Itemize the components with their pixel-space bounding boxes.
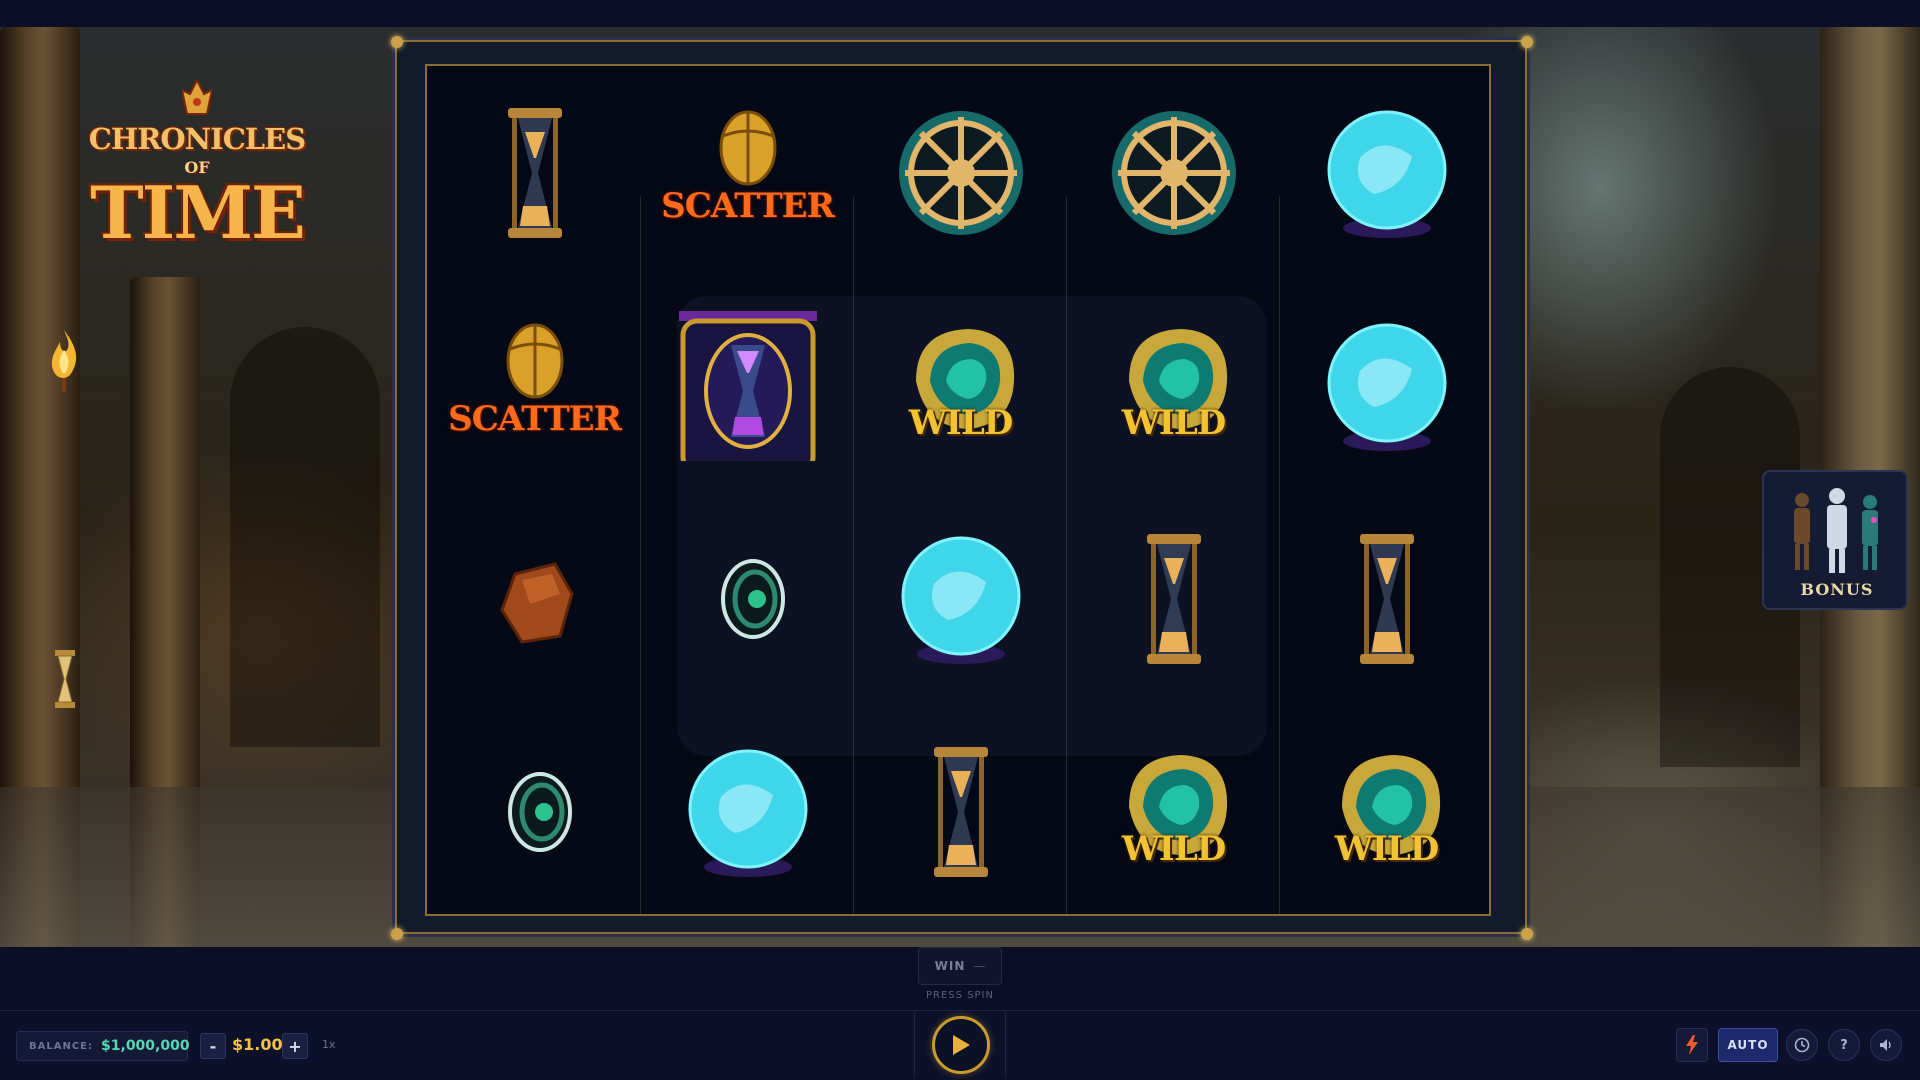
hourglass-symbol <box>1099 524 1249 674</box>
reel-4-row-4: WILD <box>1067 705 1280 918</box>
hourglass-symbol <box>1312 524 1462 674</box>
ship-wheel-symbol <box>886 98 1036 248</box>
crystal-ball-symbol <box>886 524 1036 674</box>
wild-symbol: WILD <box>1099 311 1249 461</box>
win-value: — <box>973 959 986 973</box>
logo-title-bottom: TIME <box>90 170 306 255</box>
history-button[interactable] <box>1786 1029 1818 1061</box>
hourglass-icon <box>933 746 988 877</box>
reel-1-row-3 <box>428 492 641 705</box>
crystal-ball-symbol <box>673 737 823 887</box>
bonus-label: BONUS <box>1800 580 1874 599</box>
reel-2-row-3 <box>641 492 854 705</box>
crystal-ball-icon <box>1327 110 1446 238</box>
reel-5-row-1 <box>1280 66 1493 279</box>
spin-button[interactable] <box>932 1016 990 1074</box>
bet-decrease-button[interactable]: - <box>200 1033 226 1059</box>
reel-1-row-4 <box>428 705 641 918</box>
wild-label: WILD <box>1121 828 1226 869</box>
reel-4-row-3 <box>1067 492 1280 705</box>
reel-5-row-4: WILD <box>1280 705 1493 918</box>
reel-1-row-2: SCATTER <box>428 279 641 492</box>
crystal-ball-icon <box>901 536 1020 664</box>
spin-play-icon <box>953 1035 970 1055</box>
ship-wheel-icon <box>898 110 1023 235</box>
left-archway <box>230 327 380 747</box>
gem-ring-icon <box>507 771 572 852</box>
win-label: WIN <box>934 959 966 973</box>
scarab-scatter-symbol: SCATTER <box>448 311 622 461</box>
ship-wheel-symbol <box>1099 98 1249 248</box>
reel-4-row-1 <box>1067 66 1280 279</box>
hourglass-symbol <box>886 737 1036 887</box>
autoplay-label: AUTO <box>1727 1038 1769 1052</box>
gem-ring-symbol <box>673 524 823 674</box>
autoplay-button[interactable]: AUTO <box>1718 1028 1778 1062</box>
logo-crown-icon <box>182 80 212 115</box>
game-logo: CHRONICLES OF TIME <box>82 80 312 270</box>
ship-wheel-icon <box>1111 110 1236 235</box>
scarab-scatter-symbol: SCATTER <box>661 98 835 248</box>
reel-2-row-4 <box>641 705 854 918</box>
wild-label: WILD <box>1121 402 1226 443</box>
stone-symbol <box>460 524 610 674</box>
crystal-ball-symbol <box>1312 311 1462 461</box>
reel-1-row-1 <box>428 66 641 279</box>
wild-symbol: WILD <box>1312 737 1462 887</box>
wild-label: WILD <box>908 402 1013 443</box>
bonus-characters-icon <box>1794 488 1878 573</box>
hourglass-symbol <box>460 98 610 248</box>
scatter-label: SCATTER <box>661 185 835 226</box>
wild-symbol: WILD <box>1099 737 1249 887</box>
reel-3-row-4 <box>854 705 1067 918</box>
corner-gem <box>391 928 403 940</box>
sound-speaker-icon <box>1880 1039 1891 1051</box>
reel-2-row-1: SCATTER <box>641 66 854 279</box>
help-button[interactable]: ? <box>1828 1029 1860 1061</box>
logo-title-top: CHRONICLES <box>88 122 306 156</box>
reel-3-row-3 <box>854 492 1067 705</box>
corner-gem <box>1521 928 1533 940</box>
scatter-label: SCATTER <box>448 398 622 439</box>
crystal-ball-icon <box>688 749 807 877</box>
bonus-buy-button[interactable]: BONUS <box>1762 470 1908 610</box>
reel-3-row-1 <box>854 66 1067 279</box>
wild-label: WILD <box>1334 828 1439 869</box>
gem-ring-icon <box>720 558 785 639</box>
win-display: WIN — <box>918 947 1002 985</box>
balance-display: BALANCE: $1,000,000 <box>16 1031 190 1061</box>
torch-flame-icon <box>51 330 77 392</box>
press-spin-hint: PRESS SPIN <box>926 990 994 1001</box>
bet-amount: $1.00 <box>232 1035 283 1054</box>
bet-increase-button[interactable]: + <box>282 1033 308 1059</box>
reel-3-row-2: WILD <box>854 279 1067 492</box>
gem-ring-symbol <box>460 737 610 887</box>
reel-5-row-3 <box>1280 492 1493 705</box>
hourglass-icon <box>507 107 562 238</box>
balance-value: $1,000,000 <box>101 1038 190 1054</box>
turbo-button[interactable] <box>1676 1028 1708 1062</box>
corner-gem <box>1521 36 1533 48</box>
crystal-ball-symbol <box>1312 98 1462 248</box>
hourglass-shrine-symbol <box>673 310 823 461</box>
copper-stone-icon <box>499 561 574 644</box>
top-strip <box>0 0 1920 27</box>
bet-multiplier: 1x <box>322 1038 336 1051</box>
hourglass-icon <box>1359 533 1414 664</box>
crystal-ball-icon <box>1327 323 1446 451</box>
balance-label: BALANCE: <box>29 1040 94 1052</box>
reel-2-row-2 <box>641 279 854 492</box>
turbo-lightning-icon <box>1686 1035 1698 1055</box>
sound-button[interactable] <box>1870 1029 1902 1061</box>
hourglass-icon <box>1146 533 1201 664</box>
wild-symbol: WILD <box>886 311 1036 461</box>
history-clock-icon <box>1794 1037 1810 1053</box>
reel-5-row-2 <box>1280 279 1493 492</box>
hourglass-shrine-icon <box>678 310 817 461</box>
ornament-hourglass-icon <box>55 650 75 708</box>
reel-4-row-2: WILD <box>1067 279 1280 492</box>
corner-gem <box>391 36 403 48</box>
